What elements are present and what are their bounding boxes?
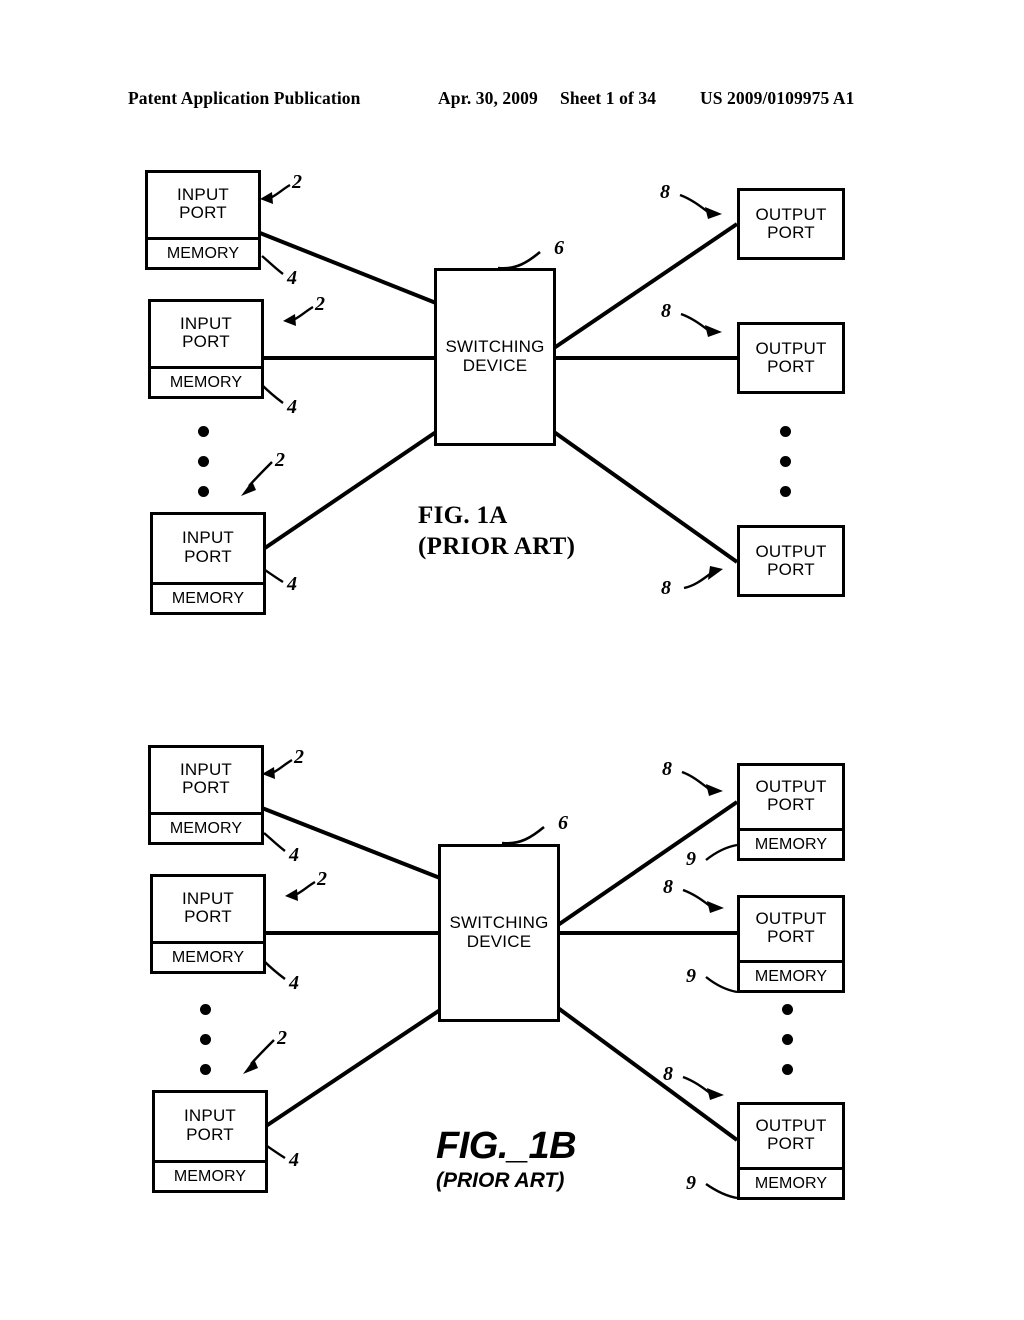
output-port-label: OUTPUT PORT [755, 908, 827, 946]
figure-caption-sub: (PRIOR ART) [436, 1169, 565, 1192]
reference-numeral-8: 8 [662, 758, 672, 780]
output-port-box[interactable]: OUTPUT PORT MEMORY [737, 1102, 845, 1200]
figure-caption-main: FIG._1B [436, 1125, 577, 1167]
output-port-box[interactable]: OUTPUT PORT MEMORY [737, 763, 845, 861]
switching-device-label: SWITCHING DEVICE [445, 337, 545, 375]
reference-numeral-9: 9 [686, 848, 696, 870]
output-port-box[interactable]: OUTPUT PORT [737, 322, 845, 394]
switching-device-label: SWITCHING DEVICE [449, 913, 549, 951]
reference-numeral-2: 2 [294, 746, 304, 768]
input-port-label: INPUT PORT [180, 313, 232, 351]
output-ports-ellipsis [780, 426, 792, 497]
reference-numeral-9: 9 [686, 965, 696, 987]
switching-device-box[interactable]: SWITCHING DEVICE [438, 844, 560, 1022]
input-port-box[interactable]: INPUT PORT MEMORY [152, 1090, 268, 1193]
output-port-memory-label: MEMORY [740, 960, 842, 990]
output-port-label: OUTPUT PORT [755, 1115, 827, 1153]
input-port-box[interactable]: INPUT PORT MEMORY [148, 745, 264, 845]
reference-numeral-4: 4 [289, 844, 299, 866]
reference-numeral-8: 8 [663, 876, 673, 898]
figure-1b: INPUT PORT MEMORY 2 4 INPUT PORT MEMORY … [0, 580, 1024, 1320]
input-port-memory-label: MEMORY [148, 237, 258, 267]
reference-numeral-6: 6 [558, 812, 568, 834]
input-port-box[interactable]: INPUT PORT MEMORY [145, 170, 261, 270]
reference-numeral-8: 8 [660, 181, 670, 203]
output-port-memory-label: MEMORY [740, 828, 842, 858]
output-port-label: OUTPUT PORT [755, 204, 827, 242]
input-ports-ellipsis [198, 426, 210, 497]
input-port-label: INPUT PORT [180, 759, 232, 797]
input-port-memory-label: MEMORY [151, 366, 261, 396]
reference-numeral-6: 6 [554, 237, 564, 259]
input-port-memory-label: MEMORY [153, 941, 263, 971]
input-port-memory-label: MEMORY [151, 812, 261, 842]
input-port-label: INPUT PORT [177, 184, 229, 222]
figure-caption-sub: (PRIOR ART) [418, 533, 576, 560]
output-port-box[interactable]: OUTPUT PORT [737, 188, 845, 260]
input-port-label: INPUT PORT [182, 888, 234, 926]
output-port-label: OUTPUT PORT [755, 338, 827, 376]
reference-numeral-2: 2 [292, 171, 302, 193]
output-ports-ellipsis [782, 1004, 794, 1075]
reference-numeral-4: 4 [289, 1149, 299, 1171]
input-port-box[interactable]: INPUT PORT MEMORY [150, 874, 266, 974]
reference-numeral-4: 4 [287, 396, 297, 418]
input-port-box[interactable]: INPUT PORT MEMORY [148, 299, 264, 399]
output-port-box[interactable]: OUTPUT PORT MEMORY [737, 895, 845, 993]
input-port-memory-label: MEMORY [155, 1160, 265, 1190]
output-port-memory-label: MEMORY [740, 1167, 842, 1197]
reference-numeral-4: 4 [289, 972, 299, 994]
switching-device-box[interactable]: SWITCHING DEVICE [434, 268, 556, 446]
reference-numeral-4: 4 [287, 267, 297, 289]
figure-caption-main: FIG. 1A [418, 502, 508, 529]
input-ports-ellipsis [200, 1004, 212, 1075]
input-port-label: INPUT PORT [184, 1106, 236, 1144]
reference-numeral-8: 8 [661, 300, 671, 322]
reference-numeral-2: 2 [317, 868, 327, 890]
reference-numeral-2: 2 [275, 449, 285, 471]
output-port-label: OUTPUT PORT [755, 776, 827, 814]
reference-numeral-2: 2 [315, 293, 325, 315]
input-port-label: INPUT PORT [182, 528, 234, 566]
reference-numeral-8: 8 [663, 1063, 673, 1085]
reference-numeral-2: 2 [277, 1027, 287, 1049]
reference-numeral-9: 9 [686, 1172, 696, 1194]
